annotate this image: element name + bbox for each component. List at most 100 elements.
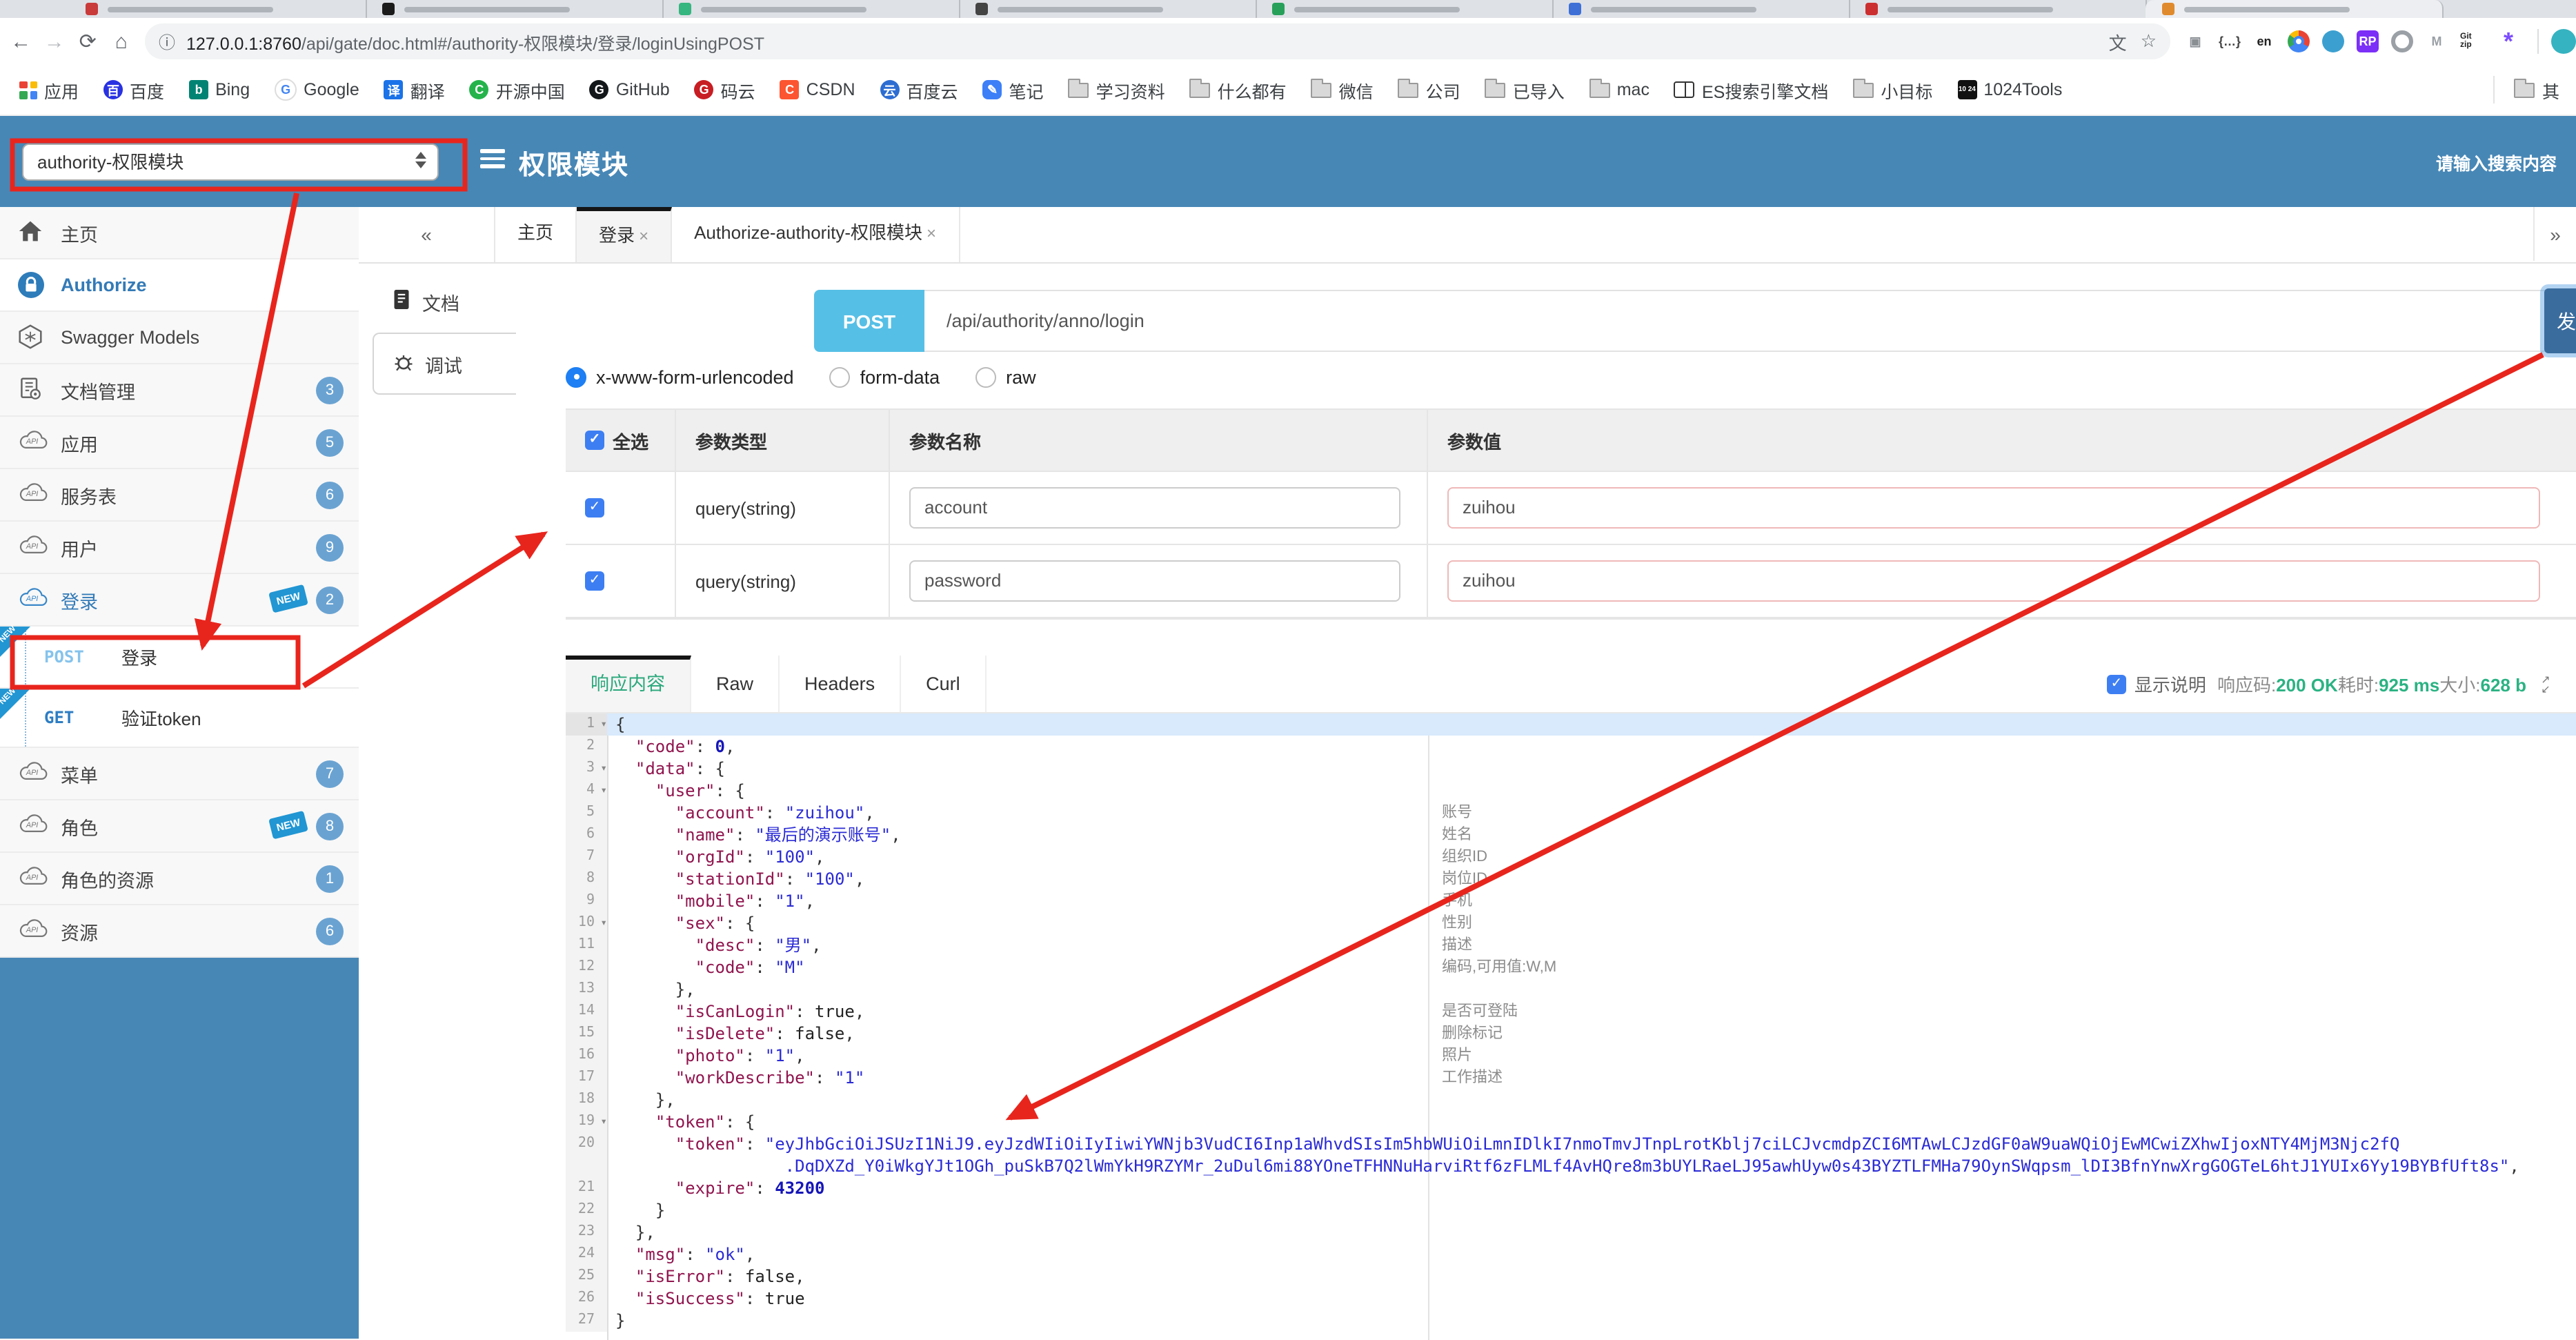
sidebar-endpoint-post[interactable]: NEW POST 登录 bbox=[0, 625, 359, 689]
bookmark-item[interactable]: G Google bbox=[275, 79, 359, 101]
bookmark-item[interactable]: ES搜索引擎文档 bbox=[1674, 77, 1828, 103]
menu-icon[interactable] bbox=[480, 149, 505, 172]
bookmark-item[interactable]: 什么都有 bbox=[1189, 77, 1287, 103]
bookmark-item[interactable]: 微信 bbox=[1311, 77, 1374, 103]
body-type-radio-form-data[interactable]: form-data bbox=[829, 366, 976, 387]
sidebar-item-用户[interactable]: API 用户 9 bbox=[0, 522, 359, 574]
param-value-input[interactable]: zuihou bbox=[1447, 560, 2540, 602]
bookmark-item[interactable]: 公司 bbox=[1398, 77, 1460, 103]
bookmark-item[interactable]: G GitHub bbox=[589, 80, 670, 99]
browser-tab[interactable] bbox=[69, 0, 367, 18]
sidebar-item-Authorize[interactable]: Authorize bbox=[0, 259, 359, 312]
sidebar-item-主页[interactable]: 主页 bbox=[0, 207, 359, 259]
sidebar-endpoint-get[interactable]: NEW GET 验证token bbox=[0, 687, 359, 748]
asterisk-extension-icon[interactable]: * bbox=[2497, 29, 2519, 54]
bookmark-item[interactable]: C 开源中国 bbox=[469, 77, 565, 103]
response-tab-Raw[interactable]: Raw bbox=[691, 656, 780, 712]
response-tab-Headers[interactable]: Headers bbox=[780, 656, 902, 712]
search-input[interactable]: 请输入搜索内容 bbox=[2436, 149, 2557, 175]
fold-icon[interactable]: ▾ bbox=[600, 912, 607, 934]
response-tab-Curl[interactable]: Curl bbox=[901, 656, 987, 712]
param-checkbox[interactable]: ✓ bbox=[585, 498, 604, 518]
bookmark-item[interactable]: C CSDN bbox=[780, 80, 855, 99]
bookmarks-overflow[interactable]: 其 bbox=[2493, 76, 2559, 104]
tabs-collapse-button[interactable]: « bbox=[359, 207, 495, 262]
gitzip-extension-icon[interactable]: Git zip bbox=[2460, 30, 2485, 52]
translate-icon[interactable]: 文 bbox=[2109, 28, 2127, 55]
bookmark-item[interactable]: 云百度云 bbox=[880, 77, 958, 103]
bookmark-item[interactable]: b Bing bbox=[189, 80, 250, 99]
show-description-checkbox[interactable]: ✓ 显示说明 bbox=[2106, 671, 2206, 697]
reload-icon[interactable]: ⟳ bbox=[75, 29, 101, 54]
bookmark-item[interactable]: mac bbox=[1589, 78, 1649, 99]
send-button[interactable]: 发 bbox=[2544, 288, 2576, 353]
close-icon[interactable]: × bbox=[927, 224, 936, 243]
browser-tab[interactable] bbox=[1849, 0, 2147, 18]
bookmark-item[interactable]: 译翻译 bbox=[384, 77, 445, 103]
qr-extension-icon[interactable]: ▣ bbox=[2184, 30, 2206, 52]
en-translate-extension-icon[interactable]: en bbox=[2253, 30, 2275, 52]
browser-tab[interactable] bbox=[2146, 0, 2444, 18]
param-name-input[interactable]: account bbox=[909, 487, 1400, 529]
sidebar-item-角色的资源[interactable]: API 角色的资源 1 bbox=[0, 853, 359, 905]
tab-调试[interactable]: 调试 bbox=[373, 333, 516, 395]
ring-extension-icon[interactable] bbox=[2391, 30, 2413, 52]
browser-tab[interactable] bbox=[366, 0, 664, 18]
request-path-input[interactable]: /api/authority/anno/login bbox=[924, 290, 2576, 352]
param-name-input[interactable]: password bbox=[909, 560, 1400, 602]
sidebar-item-文档管理[interactable]: 文档管理 3 bbox=[0, 364, 359, 417]
back-icon[interactable]: ← bbox=[8, 30, 34, 53]
workspace-tab-登录[interactable]: 登录 × bbox=[577, 207, 673, 262]
site-info-icon[interactable]: ⓘ bbox=[159, 30, 175, 53]
sidebar-item-资源[interactable]: API 资源 6 bbox=[0, 905, 359, 958]
fold-icon[interactable]: ▾ bbox=[600, 713, 607, 736]
browser-tab-strip[interactable] bbox=[0, 0, 2576, 18]
workspace-tab-主页[interactable]: 主页 bbox=[495, 207, 577, 262]
sidebar-item-角色[interactable]: API 角色 NEW 8 bbox=[0, 800, 359, 853]
body-type-radio-x-www-form-urlencoded[interactable]: x-www-form-urlencoded bbox=[566, 366, 830, 387]
home-icon[interactable]: ⌂ bbox=[109, 30, 135, 53]
bookmark-item[interactable]: 百百度 bbox=[103, 77, 164, 103]
select-all-checkbox[interactable]: ✓ bbox=[585, 431, 604, 450]
fold-icon[interactable]: ▾ bbox=[600, 1111, 607, 1133]
body-type-radio-raw[interactable]: raw bbox=[975, 366, 1072, 387]
m-extension-icon[interactable]: M bbox=[2426, 30, 2448, 52]
fold-icon[interactable]: ▾ bbox=[600, 758, 607, 780]
address-bar[interactable]: ⓘ 127.0.0.1:8760/api/gate/doc.html#/auth… bbox=[145, 23, 2170, 59]
browser-tab[interactable] bbox=[959, 0, 1257, 18]
bookmark-star-icon[interactable]: ☆ bbox=[2141, 30, 2157, 52]
sidebar-item-label: 登录 bbox=[61, 591, 98, 612]
fold-icon[interactable]: ▾ bbox=[600, 780, 607, 802]
response-tab-响应内容[interactable]: 响应内容 bbox=[566, 656, 691, 712]
sidebar-item-服务表[interactable]: API 服务表 6 bbox=[0, 469, 359, 522]
tabs-expand-button[interactable]: » bbox=[2533, 207, 2576, 261]
sidebar-item-Swagger Models[interactable]: Swagger Models bbox=[0, 312, 359, 364]
avatar-icon[interactable] bbox=[2551, 29, 2576, 54]
expand-icon[interactable]: ↗ ↙ bbox=[2537, 673, 2554, 694]
browser-tab[interactable] bbox=[662, 0, 960, 18]
response-code-editor[interactable]: 1 ▾{2 "code": 0, 3 ▾ "data": {4 ▾ "user": {5… bbox=[566, 713, 2576, 1340]
sidebar-item-登录[interactable]: API 登录 NEW 2 bbox=[0, 574, 359, 627]
sidebar-item-菜单[interactable]: API 菜单 7 bbox=[0, 748, 359, 800]
bookmark-item[interactable]: 10 24 1024Tools bbox=[1957, 80, 2062, 99]
browser-tab[interactable] bbox=[1256, 0, 1554, 18]
bookmark-item[interactable]: 学习资料 bbox=[1068, 77, 1165, 103]
bookmark-item[interactable]: ✎ 笔记 bbox=[982, 77, 1044, 103]
param-checkbox[interactable]: ✓ bbox=[585, 571, 604, 591]
bookmark-item[interactable]: 应用 bbox=[19, 77, 79, 103]
workspace-tab-Authorize-authority-权限模块[interactable]: Authorize-authority-权限模块 × bbox=[672, 207, 960, 262]
chrome-extension-icon[interactable] bbox=[2288, 30, 2310, 52]
bookmark-item[interactable]: 小目标 bbox=[1853, 77, 1932, 103]
tab-文档[interactable]: 文档 bbox=[373, 270, 511, 333]
rp-extension-icon[interactable]: RP bbox=[2357, 30, 2379, 52]
globe-extension-icon[interactable] bbox=[2322, 30, 2344, 52]
forward-icon[interactable]: → bbox=[42, 30, 68, 53]
bookmark-item[interactable]: G 码云 bbox=[694, 77, 755, 103]
param-value-input[interactable]: zuihou bbox=[1447, 487, 2540, 529]
sidebar-item-应用[interactable]: API 应用 5 bbox=[0, 417, 359, 469]
bookmark-item[interactable]: 已导入 bbox=[1485, 77, 1565, 103]
browser-tab[interactable] bbox=[1552, 0, 1850, 18]
json-braces-extension-icon[interactable]: {…} bbox=[2219, 30, 2241, 52]
module-select[interactable]: authority-权限模块 bbox=[22, 144, 439, 181]
close-icon[interactable]: × bbox=[639, 226, 648, 246]
